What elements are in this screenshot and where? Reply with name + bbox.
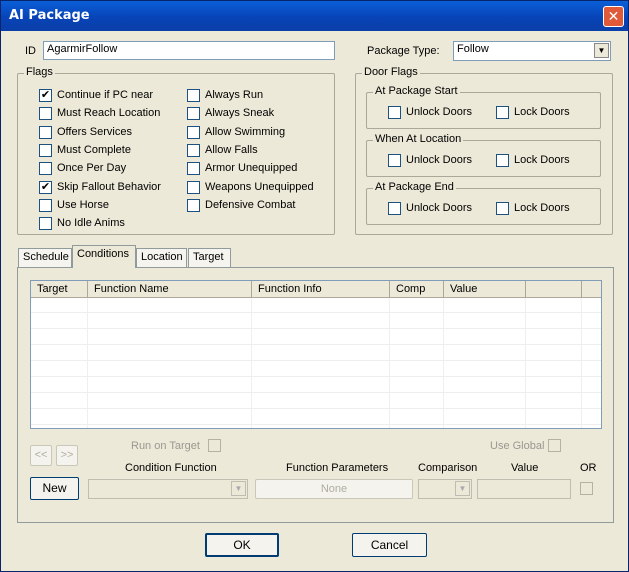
prev-button[interactable]: << (30, 445, 52, 466)
or-checkbox[interactable] (580, 482, 593, 495)
window-title: AI Package (9, 8, 90, 23)
flag-label: Weapons Unequipped (205, 180, 314, 193)
value-label: Value (511, 462, 539, 474)
comparison-label: Comparison (418, 462, 478, 474)
flag-checkbox-use-horse[interactable] (39, 198, 52, 212)
chevron-down-icon: ▼ (455, 481, 470, 496)
table-row[interactable] (31, 378, 601, 393)
flag-checkbox-must-reach-location[interactable] (39, 107, 52, 121)
flag-label: Offers Services (57, 125, 132, 138)
lock-doors-label: Lock Doors (514, 202, 570, 214)
flag-label: Defensive Combat (205, 198, 296, 211)
id-input[interactable]: AgarmirFollow (43, 41, 335, 60)
comparison-select[interactable]: ▼ (418, 479, 472, 499)
unlock-doors-checkbox[interactable] (388, 202, 401, 215)
flag-checkbox-allow-falls[interactable] (187, 143, 200, 157)
flag-label: No Idle Anims (57, 217, 125, 230)
column-header-function-info[interactable]: Function Info (252, 281, 390, 298)
flag-checkbox-always-run[interactable] (187, 89, 200, 102)
flag-label: Skip Fallout Behavior (57, 180, 161, 193)
use-global-label: Use Global (490, 440, 545, 452)
door-subgroup-title: At Package Start (373, 85, 460, 97)
table-row[interactable] (31, 362, 601, 377)
flag-label: Always Run (205, 89, 264, 101)
door-subgroup-title: At Package End (373, 181, 456, 193)
ai-package-dialog: AI Package ✕ ID AgarmirFollow Package Ty… (0, 0, 629, 572)
table-row[interactable] (31, 410, 601, 425)
flag-label: Allow Falls (205, 143, 258, 156)
use-global-checkbox[interactable] (548, 439, 561, 452)
condition-function-label: Condition Function (125, 462, 217, 474)
unlock-doors-label: Unlock Doors (406, 202, 473, 214)
lock-doors-label: Lock Doors (514, 154, 570, 166)
title-bar[interactable]: AI Package ✕ (1, 1, 628, 31)
ok-button[interactable]: OK (205, 533, 279, 557)
tab-location[interactable]: Location (136, 248, 187, 267)
flag-label: Use Horse (57, 198, 109, 211)
package-type-select[interactable]: Follow ▼ (453, 41, 611, 61)
value-input[interactable] (477, 479, 571, 499)
table-row[interactable] (31, 298, 601, 313)
flag-checkbox-skip-fallout-behavior[interactable]: ✔ (39, 180, 52, 194)
package-type-label: Package Type: (367, 45, 440, 57)
column-header-target[interactable]: Target (31, 281, 88, 298)
column-header-comp[interactable]: Comp (390, 281, 444, 298)
new-button[interactable]: New (30, 477, 79, 500)
condition-function-select[interactable]: ▼ (88, 479, 248, 499)
unlock-doors-checkbox[interactable] (388, 154, 401, 167)
column-header-function-name[interactable]: Function Name (88, 281, 252, 298)
table-row[interactable] (31, 394, 601, 409)
flag-checkbox-armor-unequipped[interactable] (187, 162, 200, 176)
flag-checkbox-always-sneak[interactable] (187, 107, 200, 121)
door-subgroup-title: When At Location (373, 133, 464, 145)
package-type-value: Follow (457, 43, 489, 55)
lock-doors-label: Lock Doors (514, 106, 570, 118)
table-row[interactable] (31, 314, 601, 329)
column-header-filler (582, 281, 601, 298)
table-row[interactable] (31, 330, 601, 345)
chevron-down-icon: ▼ (231, 481, 246, 496)
column-header-blank[interactable] (526, 281, 582, 298)
next-button[interactable]: >> (56, 445, 78, 466)
chevron-down-icon: ▼ (594, 43, 609, 58)
flag-label: Must Complete (57, 143, 131, 156)
flag-checkbox-allow-swimming[interactable] (187, 125, 200, 139)
run-on-target-label: Run on Target (131, 440, 200, 452)
function-parameters-button[interactable]: None (255, 479, 413, 499)
flag-checkbox-must-complete[interactable] (39, 143, 52, 157)
flag-checkbox-weapons-unequipped[interactable] (187, 180, 200, 194)
function-parameters-label: Function Parameters (286, 462, 389, 474)
flags-title: Flags (24, 66, 55, 78)
or-label: OR (580, 462, 597, 474)
tab-target[interactable]: Target (188, 248, 231, 267)
flag-label: Continue if PC near (57, 89, 153, 101)
flag-checkbox-once-per-day[interactable] (39, 162, 52, 176)
flag-checkbox-defensive-combat[interactable] (187, 198, 200, 212)
flag-label: Allow Swimming (205, 125, 286, 138)
door-flags-title: Door Flags (362, 66, 420, 78)
close-button[interactable]: ✕ (603, 6, 624, 27)
flag-label: Once Per Day (57, 162, 127, 175)
unlock-doors-label: Unlock Doors (406, 106, 473, 118)
run-on-target-checkbox[interactable] (208, 439, 221, 452)
tab-conditions[interactable]: Conditions (72, 245, 136, 268)
flag-checkbox-no-idle-anims[interactable] (39, 217, 52, 231)
unlock-doors-checkbox[interactable] (388, 106, 401, 119)
flag-checkbox-offers-services[interactable] (39, 125, 52, 139)
lock-doors-checkbox[interactable] (496, 202, 509, 215)
flag-label: Armor Unequipped (205, 162, 298, 175)
flag-checkbox-continue-if-pc-near[interactable]: ✔ (39, 89, 52, 102)
tab-schedule[interactable]: Schedule (18, 248, 72, 267)
id-label: ID (25, 45, 36, 57)
unlock-doors-label: Unlock Doors (406, 154, 473, 166)
lock-doors-checkbox[interactable] (496, 106, 509, 119)
table-row[interactable] (31, 346, 601, 361)
lock-doors-checkbox[interactable] (496, 154, 509, 167)
flag-label: Must Reach Location (57, 107, 161, 120)
cancel-button[interactable]: Cancel (352, 533, 427, 557)
conditions-list[interactable]: Target Function Name Function Info Comp … (30, 280, 602, 429)
column-header-value[interactable]: Value (444, 281, 526, 298)
flag-label: Always Sneak (205, 107, 275, 120)
